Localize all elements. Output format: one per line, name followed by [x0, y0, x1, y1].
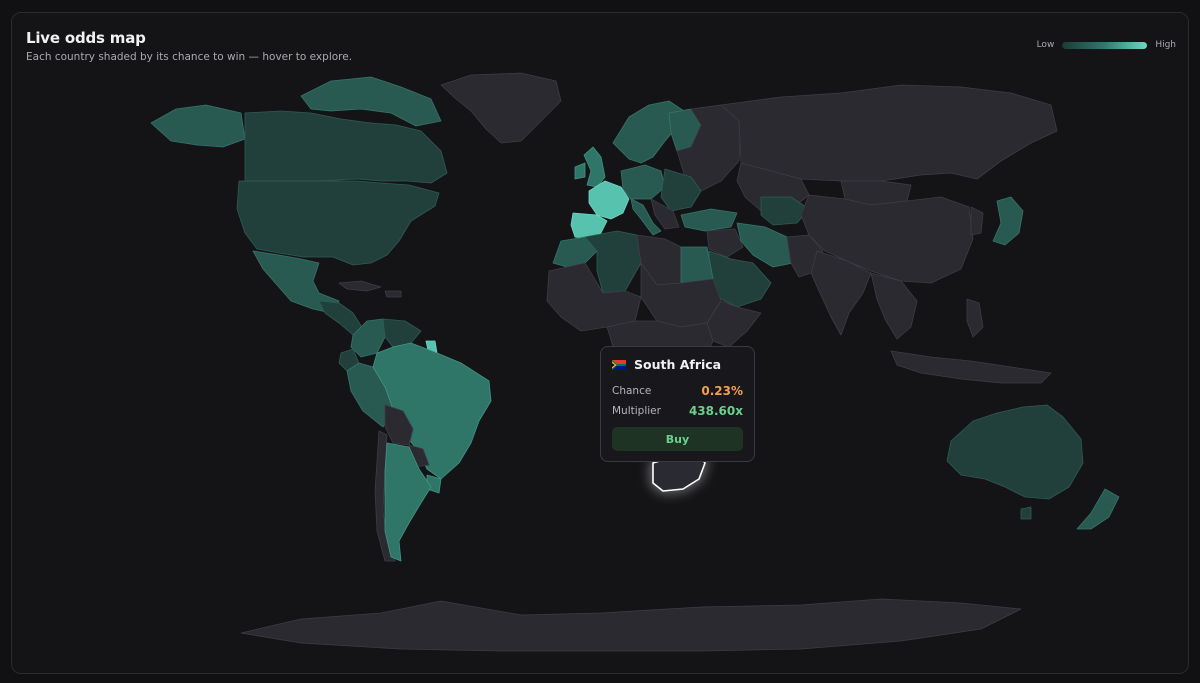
country-cuba[interactable] — [338, 280, 382, 292]
country-iran[interactable] — [736, 222, 794, 268]
south-africa-flag-icon — [612, 359, 626, 370]
country-central-asia[interactable] — [760, 196, 810, 226]
tooltip-chance-row: Chance 0.23% — [612, 381, 743, 401]
odds-map-panel: Live odds map Each country shaded by its… — [11, 12, 1189, 674]
country-russia[interactable] — [720, 84, 1058, 182]
country-central-europe[interactable] — [620, 164, 666, 200]
country-tooltip: South Africa Chance 0.23% Multiplier 438… — [600, 346, 755, 462]
country-korea[interactable] — [970, 206, 984, 236]
country-alaska[interactable] — [150, 104, 246, 148]
tooltip-chance-value: 0.23% — [701, 384, 743, 398]
country-antarctica[interactable] — [240, 598, 1022, 652]
country-japan[interactable] — [992, 196, 1024, 246]
tooltip-multiplier-value: 438.60x — [688, 404, 743, 418]
country-tasmania[interactable] — [1020, 506, 1032, 520]
country-australia[interactable] — [946, 404, 1084, 500]
country-central-america[interactable] — [318, 300, 364, 336]
world-map — [150, 72, 1120, 652]
tooltip-multiplier-label: Multiplier — [612, 405, 661, 417]
tooltip-chance-label: Chance — [612, 385, 652, 397]
country-egypt[interactable] — [680, 246, 714, 284]
country-hispaniola[interactable] — [384, 290, 402, 298]
tooltip-multiplier-row: Multiplier 438.60x — [612, 401, 743, 421]
buy-button[interactable]: Buy — [612, 427, 743, 451]
country-indonesia[interactable] — [890, 350, 1052, 384]
country-ireland[interactable] — [574, 162, 586, 180]
country-venezuela[interactable] — [382, 318, 422, 348]
country-southeast-asia[interactable] — [870, 272, 918, 340]
country-usa[interactable] — [236, 180, 440, 266]
country-greenland[interactable] — [440, 72, 562, 144]
country-turkey[interactable] — [680, 208, 738, 232]
tooltip-country-name: South Africa — [634, 357, 722, 372]
country-uk[interactable] — [583, 146, 606, 188]
country-new-zealand[interactable] — [1076, 488, 1120, 530]
country-philippines[interactable] — [966, 298, 984, 338]
